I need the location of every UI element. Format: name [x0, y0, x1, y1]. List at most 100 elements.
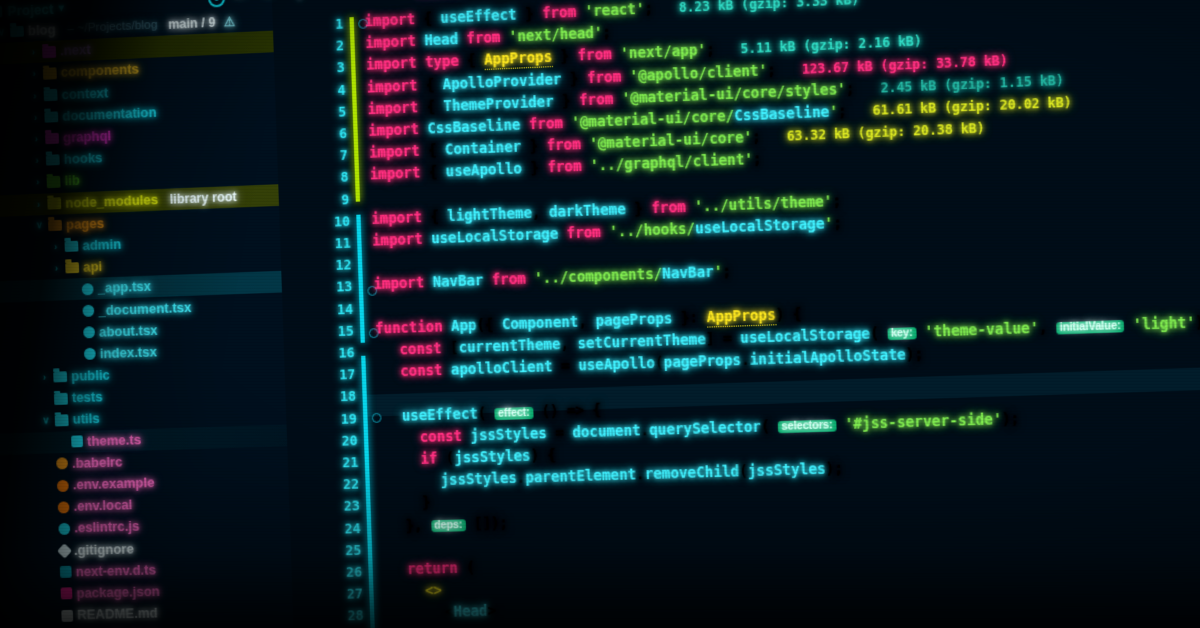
inlay-hint: initialValue:	[1056, 319, 1125, 335]
line-number[interactable]: 7	[339, 147, 348, 164]
bundle-size-hint: 123.67 kB (gzip: 33.78 kB)	[801, 52, 1008, 77]
chevron-right-icon[interactable]: ›	[32, 155, 42, 166]
folder-icon	[64, 240, 79, 253]
tree-item-label: context	[61, 85, 109, 103]
code-line[interactable]: import NavBar from '../components/NavBar…	[373, 265, 731, 294]
line-number[interactable]: 26	[346, 563, 363, 580]
file-icon	[59, 566, 72, 579]
chevron-right-icon[interactable]: ›	[34, 199, 44, 210]
chevron-down-icon[interactable]: ∨	[41, 415, 51, 427]
line-number[interactable]: 15	[337, 322, 354, 339]
tree-item-label: .next	[59, 42, 91, 59]
code-line[interactable]: <Head>	[445, 604, 496, 622]
file-icon	[57, 501, 70, 514]
git-branch[interactable]: main / 9	[168, 15, 216, 32]
chevron-right-icon[interactable]: ›	[40, 372, 50, 383]
tree-item-label: theme.ts	[86, 432, 142, 449]
bundle-size-hint: 63.32 kB (gzip: 20.38 kB)	[786, 120, 985, 145]
line-number[interactable]: 8	[340, 169, 349, 186]
folder-icon	[44, 110, 59, 123]
chevron-right-icon[interactable]: ›	[30, 90, 40, 101]
project-folder-icon	[0, 4, 3, 18]
tree-item-label: next-env.d.ts	[75, 562, 157, 580]
code-line[interactable]: }	[422, 496, 431, 513]
line-number[interactable]: 16	[338, 344, 355, 361]
folder-icon	[46, 175, 61, 188]
chevron-right-icon[interactable]: ›	[52, 263, 62, 274]
line-number[interactable]: 6	[339, 125, 348, 142]
line-number[interactable]: 25	[345, 542, 362, 559]
line-number[interactable]: 5	[338, 103, 347, 120]
folder-icon	[42, 45, 57, 58]
line-number[interactable]: 20	[341, 432, 358, 449]
folder-icon	[45, 154, 60, 167]
line-number[interactable]: 10	[334, 213, 351, 230]
code-line[interactable]: }, deps: []);	[405, 515, 508, 534]
tree-item-label: .env.local	[73, 497, 133, 515]
line-number[interactable]: 2	[336, 37, 345, 54]
tree-item-label: pages	[65, 215, 105, 233]
project-panel-title: Project	[7, 0, 54, 19]
line-number[interactable]: 11	[334, 235, 351, 252]
bundle-size-hint: 61.61 kB (gzip: 20.02 kB)	[872, 94, 1072, 119]
code-line[interactable]: if (jssStyles) {	[420, 448, 556, 468]
inlay-hint: effect:	[494, 406, 534, 420]
file-icon	[56, 457, 69, 470]
line-number[interactable]: 23	[343, 498, 360, 515]
tree-item-label: .eslintrc.js	[74, 519, 140, 537]
chevron-right-icon[interactable]: ›	[33, 177, 43, 188]
line-number[interactable]: 18	[340, 388, 357, 405]
line-number[interactable]: 28	[347, 607, 364, 624]
line-number[interactable]: 1	[335, 15, 344, 32]
react-file-icon	[83, 348, 96, 361]
expand-all-icon[interactable]	[235, 0, 253, 6]
line-number[interactable]: 24	[344, 520, 361, 537]
code-fold-icon[interactable]	[371, 412, 382, 423]
tree-item-label: tests	[71, 389, 103, 406]
editor-area: index.ts×⚙.env.local×_app.tsx× ▾ Add Con…	[271, 0, 1200, 628]
bundle-size-hint: 8.23 kB (gzip: 3.33 kB)	[678, 0, 860, 16]
line-number[interactable]: 12	[335, 256, 352, 273]
chevron-down-icon[interactable]: ∨	[0, 26, 6, 38]
code-line[interactable]: <>	[425, 583, 442, 600]
line-number[interactable]: 21	[342, 454, 359, 471]
tree-item-label: package.json	[76, 583, 161, 602]
line-number[interactable]: 22	[343, 476, 360, 493]
line-number[interactable]: 13	[336, 278, 353, 295]
chevron-right-icon[interactable]: ›	[31, 112, 41, 123]
tree-item-label: .env.example	[72, 475, 155, 493]
library-root-tag: library root	[169, 188, 237, 207]
react-file-icon	[83, 326, 96, 339]
line-number[interactable]: 9	[341, 191, 350, 208]
folder-icon	[45, 132, 60, 145]
line-number[interactable]: 19	[340, 410, 357, 427]
select-opened-file-icon[interactable]	[207, 0, 226, 8]
tree-item-label: documentation	[62, 104, 157, 124]
tree-item-label: public	[70, 367, 111, 385]
chevron-right-icon[interactable]: ›	[29, 47, 39, 58]
chevron-down-icon[interactable]: ▾	[59, 2, 65, 14]
file-icon	[60, 587, 73, 600]
code-view[interactable]: 1 2 3 4 5 6 7 8 9 10 11 12 13 14 15 16 17 18 19 20 21 22 23 24 2…	[272, 0, 1200, 628]
line-number[interactable]: 17	[339, 366, 356, 383]
tree-item-label: hooks	[63, 150, 103, 168]
line-number[interactable]: 4	[337, 81, 346, 98]
line-number[interactable]: 27	[346, 585, 363, 602]
code-line[interactable]: return (	[407, 560, 475, 578]
code-line[interactable]: import { useEffect } from 'react'; 8.23 …	[364, 0, 859, 31]
folder-icon	[42, 67, 57, 80]
line-number[interactable]: 3	[336, 59, 345, 76]
line-number[interactable]: 14	[337, 300, 354, 317]
chevron-right-icon[interactable]: ›	[29, 69, 39, 80]
tree-item-label: index.tsx	[99, 344, 158, 362]
folder-icon	[54, 414, 69, 427]
chevron-down-icon[interactable]: ∨	[34, 220, 44, 232]
file-icon	[71, 435, 84, 448]
chevron-right-icon[interactable]: ›	[31, 134, 41, 145]
inlay-hint: deps:	[430, 518, 466, 532]
chevron-right-icon[interactable]: ›	[51, 241, 61, 252]
file-icon	[56, 479, 69, 492]
collapse-all-icon[interactable]	[263, 0, 281, 5]
folder-icon	[10, 25, 24, 38]
inlay-hint: selectors:	[778, 419, 837, 434]
